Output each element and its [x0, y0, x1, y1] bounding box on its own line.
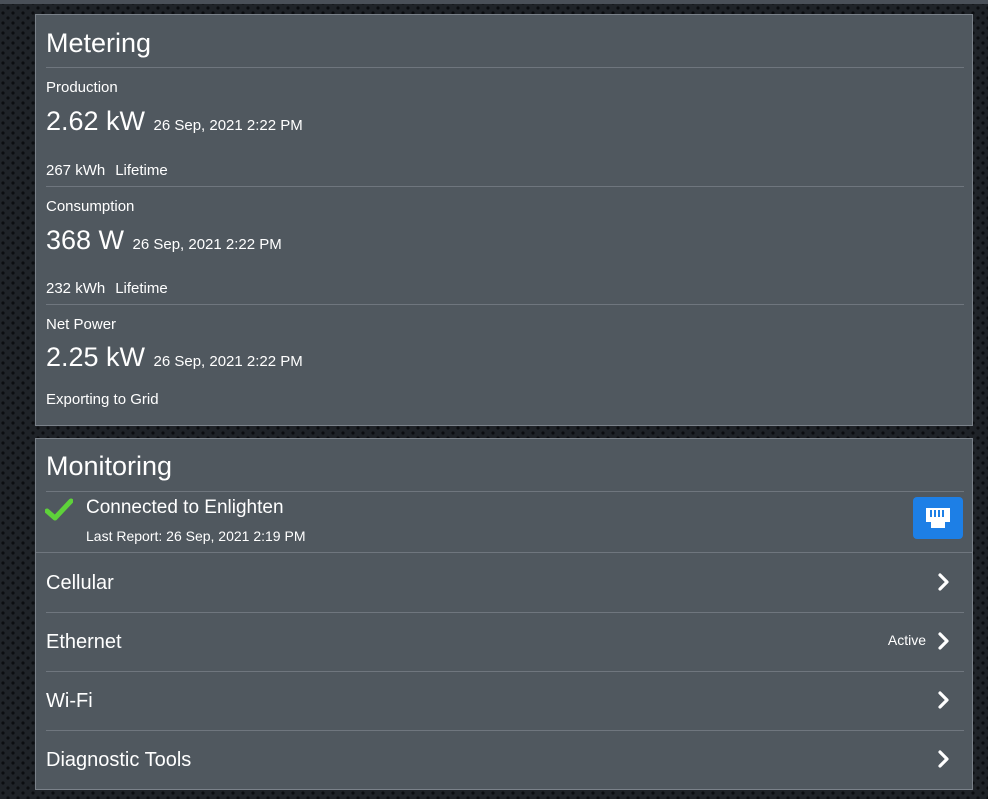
- production-label: Production: [46, 79, 118, 96]
- nav-item-cellular[interactable]: Cellular: [36, 553, 972, 612]
- top-divider: [0, 0, 988, 4]
- net-power-value: 2.25 kW: [46, 342, 146, 372]
- chevron-right-icon: [938, 750, 949, 768]
- consumption-timestamp: 26 Sep, 2021 2:22 PM: [132, 236, 282, 253]
- consumption-lifetime-value: 232 kWh: [46, 280, 106, 297]
- production-lifetime-value: 267 kWh: [46, 162, 106, 179]
- consumption-reading: 368 W 26 Sep, 2021 2:22 PM: [46, 224, 282, 256]
- production-lifetime: 267 kWh Lifetime: [46, 162, 168, 180]
- connection-title: Connected to Enlighten: [86, 497, 284, 518]
- nav-item-ethernet[interactable]: Ethernet Active: [36, 612, 972, 671]
- nav-item-label: Ethernet: [46, 631, 122, 653]
- divider: [46, 304, 964, 305]
- divider: [46, 491, 964, 492]
- chevron-right-icon: [938, 691, 949, 709]
- nav-item-label: Diagnostic Tools: [46, 749, 192, 771]
- production-reading: 2.62 kW 26 Sep, 2021 2:22 PM: [46, 105, 303, 137]
- production-lifetime-label: Lifetime: [115, 162, 168, 179]
- consumption-lifetime-label: Lifetime: [115, 280, 168, 297]
- nav-item-status: Active: [887, 632, 926, 648]
- net-power-timestamp: 26 Sep, 2021 2:22 PM: [153, 353, 303, 370]
- nav-item-diagnostic-tools[interactable]: Diagnostic Tools: [36, 730, 972, 789]
- consumption-lifetime: 232 kWh Lifetime: [46, 280, 168, 298]
- nav-item-label: Cellular: [46, 572, 114, 594]
- divider: [46, 186, 964, 187]
- net-power-status: Exporting to Grid: [46, 391, 159, 408]
- chevron-right-icon: [938, 632, 949, 650]
- chevron-right-icon: [938, 573, 949, 591]
- metering-title: Metering: [46, 28, 152, 58]
- monitoring-title: Monitoring: [46, 451, 173, 481]
- net-power-label: Net Power: [46, 316, 117, 333]
- ethernet-port-icon: [913, 497, 963, 539]
- divider: [46, 67, 964, 68]
- production-value: 2.62 kW: [46, 106, 146, 136]
- last-report: Last Report: 26 Sep, 2021 2:19 PM: [86, 528, 306, 544]
- monitoring-panel: Monitoring Connected to Enlighten Last R…: [35, 438, 973, 790]
- nav-item-label: Wi-Fi: [46, 690, 93, 712]
- net-power-reading: 2.25 kW 26 Sep, 2021 2:22 PM: [46, 341, 303, 373]
- consumption-label: Consumption: [46, 198, 135, 215]
- nav-item-wifi[interactable]: Wi-Fi: [36, 671, 972, 730]
- metering-panel: Metering Production 2.62 kW 26 Sep, 2021…: [35, 14, 973, 426]
- production-timestamp: 26 Sep, 2021 2:22 PM: [153, 117, 303, 134]
- check-icon: [45, 498, 73, 521]
- consumption-value: 368 W: [46, 225, 125, 255]
